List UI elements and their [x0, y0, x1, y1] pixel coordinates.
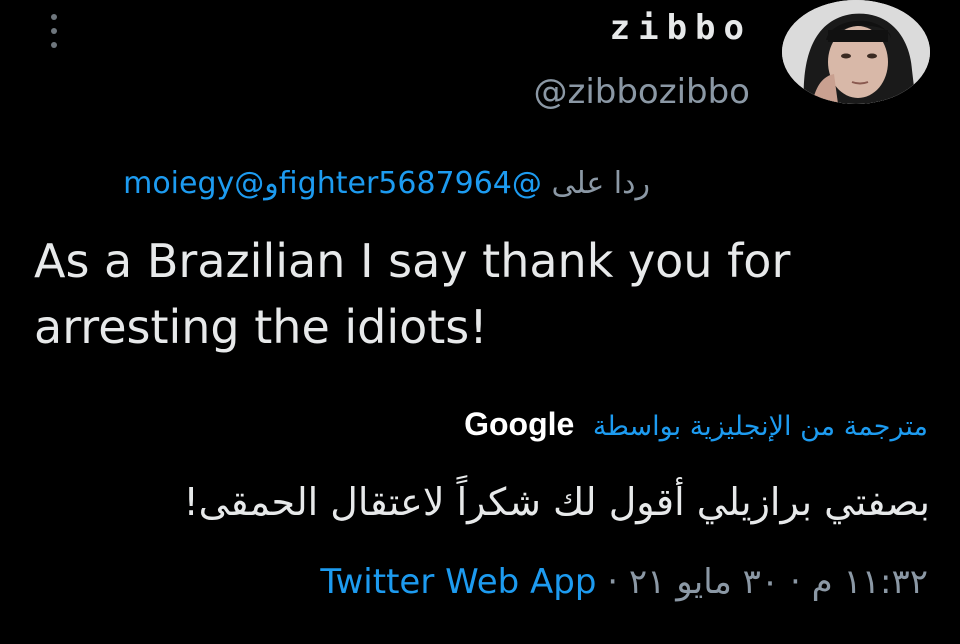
translated-from-label[interactable]: مترجمة من الإنجليزية بواسطة — [593, 411, 928, 442]
conjunction: و — [264, 166, 279, 201]
tweet-text: As a Brazilian I say thank you for arres… — [34, 234, 791, 354]
dot — [51, 28, 57, 34]
replying-to: ردا على @fighter5687964و@moiegy — [123, 166, 650, 201]
mention-link[interactable]: @fighter5687964 — [279, 166, 542, 201]
more-options-icon[interactable] — [44, 14, 64, 48]
user-handle[interactable]: @zibbozibbo — [533, 72, 750, 112]
translated-text: بصفتي برازيلي أقول لك شكراً لاعتقال الحم… — [183, 480, 930, 524]
tweet-time[interactable]: ١١:٣٢ م — [812, 562, 928, 602]
translation-attribution[interactable]: مترجمة من الإنجليزية بواسطة Google — [464, 406, 928, 443]
separator: · — [790, 562, 801, 602]
avatar-photo — [782, 0, 930, 104]
tweet-metadata: ١١:٣٢ م · ٣٠ مايو ٢١ · Twitter Web App — [320, 562, 928, 602]
dot — [51, 14, 57, 20]
display-name[interactable]: zibbo — [610, 8, 752, 48]
tweet-source[interactable]: Twitter Web App — [320, 562, 596, 602]
separator: · — [607, 562, 619, 602]
google-logo: Google — [464, 406, 575, 442]
tweet-date[interactable]: ٣٠ مايو ٢١ — [629, 562, 779, 602]
replying-to-label: ردا على — [551, 166, 650, 201]
dot — [51, 42, 57, 48]
avatar[interactable] — [782, 0, 930, 104]
mention-link[interactable]: @moiegy — [123, 166, 264, 201]
